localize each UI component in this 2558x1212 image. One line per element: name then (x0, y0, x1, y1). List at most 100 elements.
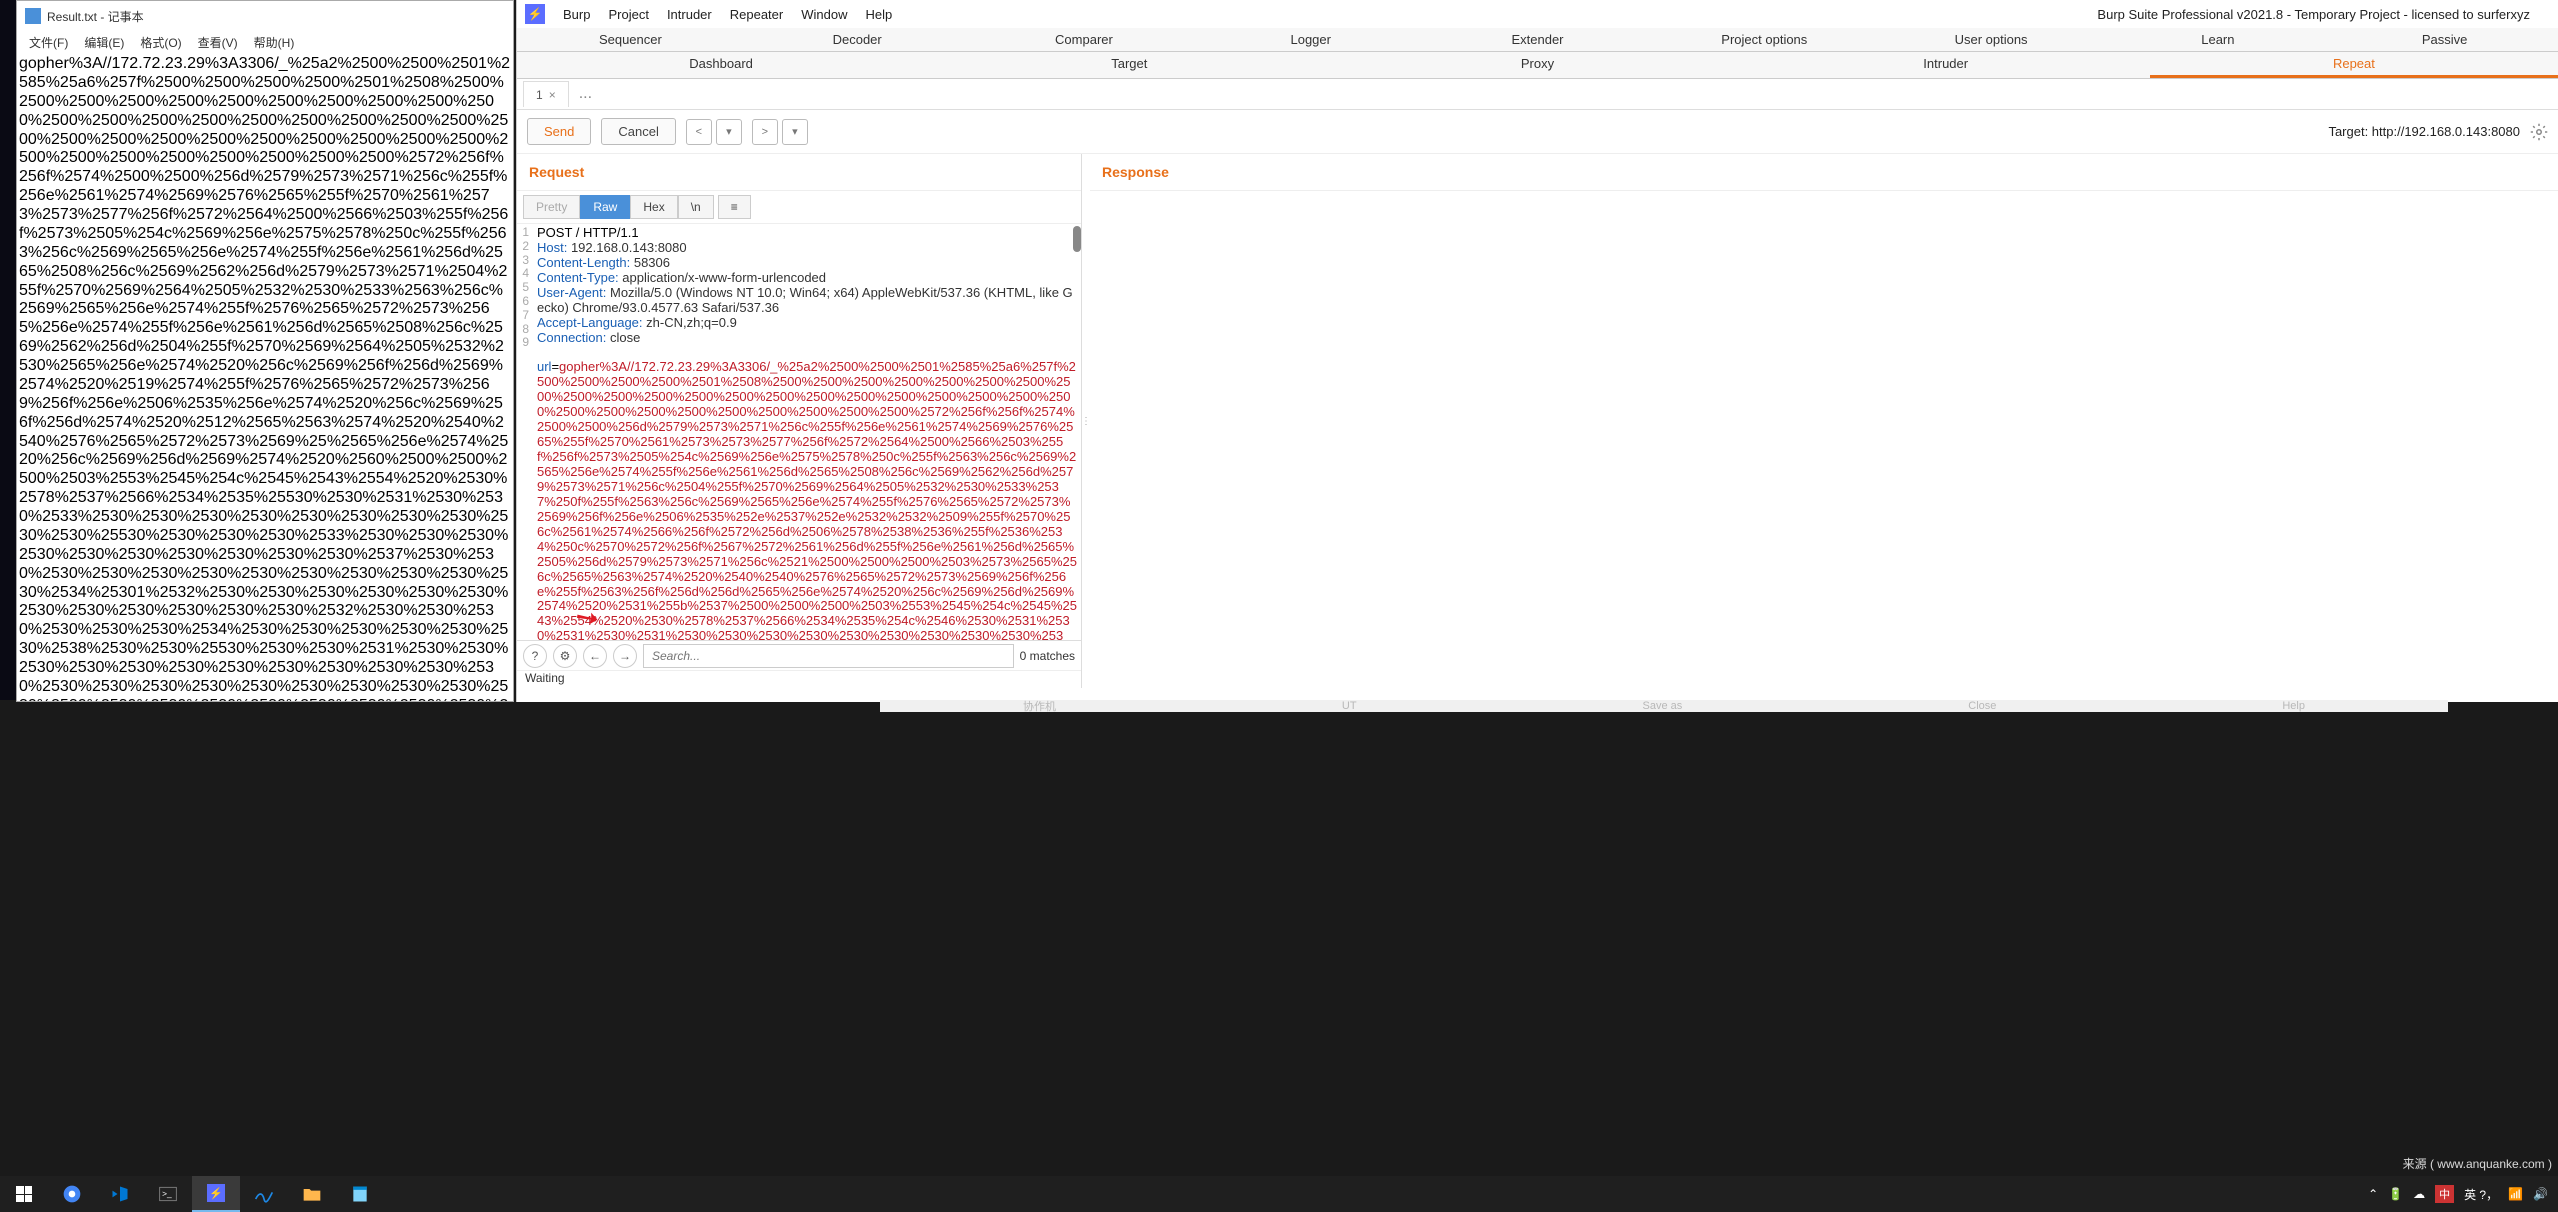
tab-passive[interactable]: Passive (2331, 28, 2558, 51)
burp-window-title: Burp Suite Professional v2021.8 - Tempor… (2097, 7, 2530, 22)
burp-icon: ⚡ (207, 1184, 225, 1202)
taskbar-burp[interactable]: ⚡ (192, 1176, 240, 1212)
tab-user-options[interactable]: User options (1878, 28, 2105, 51)
nav-prev-button[interactable]: < (686, 119, 712, 145)
notepad-icon (25, 8, 41, 24)
menu-view[interactable]: 查看(V) (192, 32, 244, 53)
tray-up-icon[interactable]: ⌃ (2368, 1187, 2378, 1201)
tab-target[interactable]: Target (925, 52, 1333, 78)
view-pretty[interactable]: Pretty (523, 195, 580, 219)
view-raw[interactable]: Raw (580, 195, 630, 219)
tab-learn[interactable]: Learn (2104, 28, 2331, 51)
nav-next-button[interactable]: > (752, 119, 778, 145)
notepad-content[interactable]: gopher%3A//172.72.23.29%3A3306/_%25a2%25… (17, 53, 513, 701)
request-editor[interactable]: 123456789POST / HTTP/1.1Host: 192.168.0.… (517, 224, 1081, 688)
tab-project-options[interactable]: Project options (1651, 28, 1878, 51)
taskbar-wireshark[interactable] (240, 1176, 288, 1212)
notepad-window: Result.txt - 记事本 文件(F) 编辑(E) 格式(O) 查看(V)… (16, 0, 514, 702)
tray-cloud-icon[interactable]: ☁ (2413, 1187, 2425, 1201)
tab-sequencer[interactable]: Sequencer (517, 28, 744, 51)
view-hex[interactable]: Hex (630, 195, 677, 219)
menu-file[interactable]: 文件(F) (23, 32, 74, 53)
repeater-toolbar: Send Cancel < ▾ > ▾ Target: http://192.1… (517, 110, 2558, 154)
help-icon[interactable]: ? (523, 644, 547, 668)
terminal-icon: >_ (158, 1184, 178, 1204)
tab-comparer[interactable]: Comparer (971, 28, 1198, 51)
vscode-icon (110, 1184, 130, 1204)
menu-intruder[interactable]: Intruder (667, 7, 712, 22)
request-tab-new[interactable]: ... (569, 81, 602, 107)
tab-decoder[interactable]: Decoder (744, 28, 971, 51)
notepad-title: Result.txt - 记事本 (47, 8, 144, 25)
menu-project[interactable]: Project (608, 7, 648, 22)
burp-sub-tabs: Dashboard Target Proxy Intruder Repeat (517, 52, 2558, 79)
status-line: Waiting (517, 670, 1081, 688)
view-newline[interactable]: \n (678, 195, 714, 219)
send-button[interactable]: Send (527, 118, 591, 145)
scrollbar-thumb[interactable] (1073, 226, 1081, 252)
response-pane: Response (1090, 154, 2558, 688)
menu-help[interactable]: Help (865, 7, 892, 22)
tray-volume-icon[interactable]: 🔊 (2533, 1187, 2548, 1201)
notepad-menu: 文件(F) 编辑(E) 格式(O) 查看(V) 帮助(H) (17, 31, 513, 53)
chrome-icon (62, 1184, 82, 1204)
taskbar-notepad[interactable] (336, 1176, 384, 1212)
burp-menubar: Burp Project Intruder Repeater Window He… (563, 7, 892, 22)
menu-window[interactable]: Window (801, 7, 847, 22)
taskbar: >_ ⚡ ⌃ 🔋 ☁ 中 英 ?， 📶 🔊 (0, 1176, 2558, 1212)
menu-format[interactable]: 格式(O) (134, 32, 187, 53)
taskbar-chrome[interactable] (48, 1176, 96, 1212)
menu-edit[interactable]: 编辑(E) (78, 32, 130, 53)
tab-intruder-sub[interactable]: Intruder (1742, 52, 2150, 78)
wireshark-icon (254, 1184, 274, 1204)
menu-repeater[interactable]: Repeater (730, 7, 783, 22)
request-title: Request (517, 154, 1081, 191)
taskbar-terminal[interactable]: >_ (144, 1176, 192, 1212)
tray-network-icon[interactable]: 📶 (2508, 1187, 2523, 1201)
start-button[interactable] (0, 1176, 48, 1212)
taskbar-vscode[interactable] (96, 1176, 144, 1212)
search-input[interactable] (643, 644, 1014, 668)
tab-logger[interactable]: Logger (1197, 28, 1424, 51)
response-title: Response (1090, 154, 2558, 191)
burp-titlebar[interactable]: ⚡ Burp Project Intruder Repeater Window … (517, 0, 2558, 28)
settings-icon[interactable]: ⚙ (553, 644, 577, 668)
pane-splitter[interactable]: ⋮ (1082, 154, 1090, 688)
watermark: 来源 ( www.anquanke.com ) (2403, 1155, 2552, 1172)
request-tab-1[interactable]: 1 × (523, 81, 569, 107)
view-menu-icon[interactable]: ≡ (718, 195, 751, 219)
tab-proxy[interactable]: Proxy (1333, 52, 1741, 78)
ime-indicator[interactable]: 中 (2435, 1185, 2454, 1203)
nav-prev-drop[interactable]: ▾ (716, 119, 742, 145)
search-next-icon[interactable]: → (613, 644, 637, 668)
notepad-titlebar[interactable]: Result.txt - 记事本 (17, 1, 513, 31)
repeater-request-tabs: 1 × ... (517, 79, 2558, 110)
svg-text:>_: >_ (162, 1189, 172, 1199)
tab-dashboard[interactable]: Dashboard (517, 52, 925, 78)
background-window-strip: 协作机 UT Save as Close Help (880, 700, 2448, 712)
menu-burp[interactable]: Burp (563, 7, 590, 22)
tray-battery-icon[interactable]: 🔋 (2388, 1187, 2403, 1201)
request-view-tabs: Pretty Raw Hex \n ≡ (517, 191, 1081, 224)
target-label[interactable]: Target: http://192.168.0.143:8080 (2328, 124, 2520, 139)
cancel-button[interactable]: Cancel (601, 118, 675, 145)
nav-next-drop[interactable]: ▾ (782, 119, 808, 145)
burp-main-tabs: Sequencer Decoder Comparer Logger Extend… (517, 28, 2558, 52)
request-tab-1-label: 1 (536, 88, 543, 102)
folder-icon (302, 1184, 322, 1204)
tab-extender[interactable]: Extender (1424, 28, 1651, 51)
search-prev-icon[interactable]: ← (583, 644, 607, 668)
taskbar-explorer[interactable] (288, 1176, 336, 1212)
tab-repeater-sub[interactable]: Repeat (2150, 52, 2558, 78)
notepad-app-icon (350, 1184, 370, 1204)
taskbar-tray: ⌃ 🔋 ☁ 中 英 ?， 📶 🔊 (2368, 1185, 2558, 1203)
burp-logo-icon: ⚡ (525, 4, 545, 24)
gear-icon[interactable] (2530, 123, 2548, 141)
close-icon[interactable]: × (549, 88, 556, 102)
search-matches: 0 matches (1020, 649, 1075, 663)
ime-text[interactable]: 英 ?， (2464, 1186, 2498, 1203)
request-bottom-bar: ? ⚙ ← → 0 matches (517, 640, 1081, 670)
request-pane: Request Pretty Raw Hex \n ≡ 123456789POS… (517, 154, 1082, 688)
burp-window: ⚡ Burp Project Intruder Repeater Window … (516, 0, 2558, 702)
menu-help[interactable]: 帮助(H) (248, 32, 301, 53)
